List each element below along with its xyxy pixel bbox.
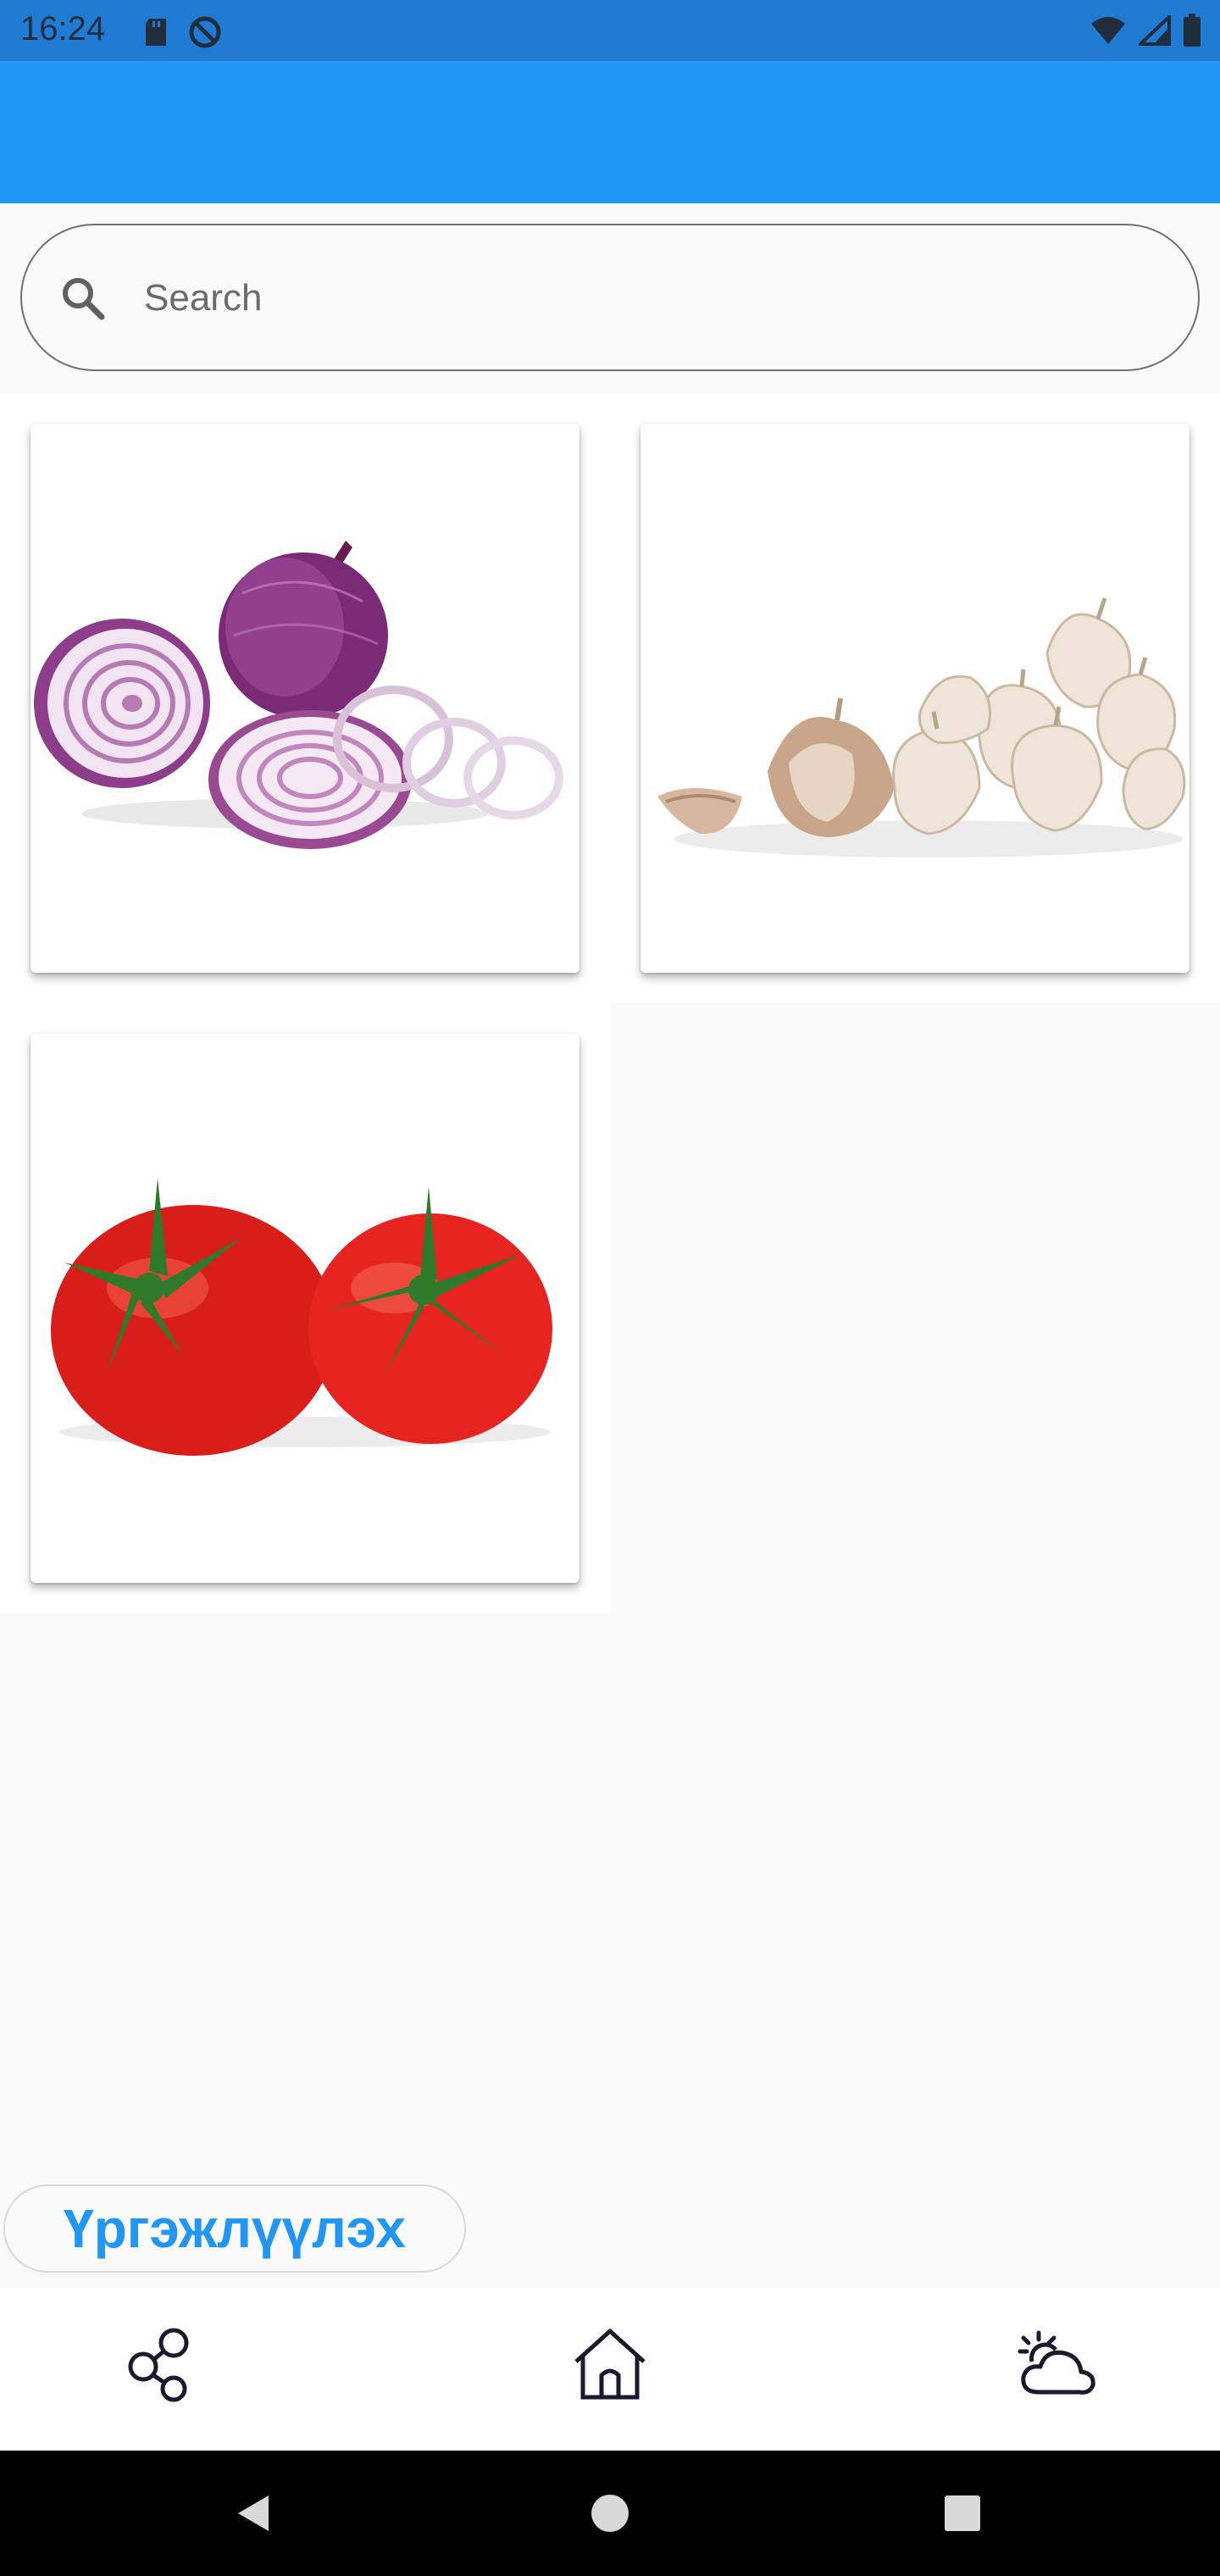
garlic-image xyxy=(657,597,1186,858)
search-input[interactable] xyxy=(142,259,1145,337)
recents-icon[interactable] xyxy=(937,2488,988,2539)
do-not-disturb-icon xyxy=(188,15,222,53)
status-icons-right xyxy=(1090,13,1201,52)
search-bar[interactable] xyxy=(20,224,1200,371)
search-icon xyxy=(58,273,108,328)
vegetable-card-tomato[interactable] xyxy=(30,1034,580,1583)
weather-icon[interactable] xyxy=(1013,2322,1098,2407)
battery-icon xyxy=(1183,14,1201,52)
system-navigation-bar xyxy=(0,2451,1220,2576)
vegetable-card-onion[interactable] xyxy=(30,424,580,973)
bottom-navigation xyxy=(0,2288,1220,2451)
signal-icon xyxy=(1135,13,1171,50)
onion-image xyxy=(34,541,563,849)
wifi-icon xyxy=(1090,15,1127,50)
home-icon[interactable] xyxy=(568,2322,652,2407)
home-circle-icon[interactable] xyxy=(585,2488,635,2539)
app-bar xyxy=(0,61,1220,203)
continue-button[interactable]: Үргэжлүүлэх xyxy=(3,2185,466,2273)
status-icons-left xyxy=(142,15,222,53)
status-bar: 16:24 xyxy=(0,0,1220,61)
vegetable-card-garlic[interactable] xyxy=(640,424,1190,973)
sd-card-icon xyxy=(142,17,169,52)
status-time: 16:24 xyxy=(20,10,106,47)
tomato-image xyxy=(51,1178,552,1456)
share-icon[interactable] xyxy=(120,2322,205,2407)
back-icon[interactable] xyxy=(229,2488,280,2539)
